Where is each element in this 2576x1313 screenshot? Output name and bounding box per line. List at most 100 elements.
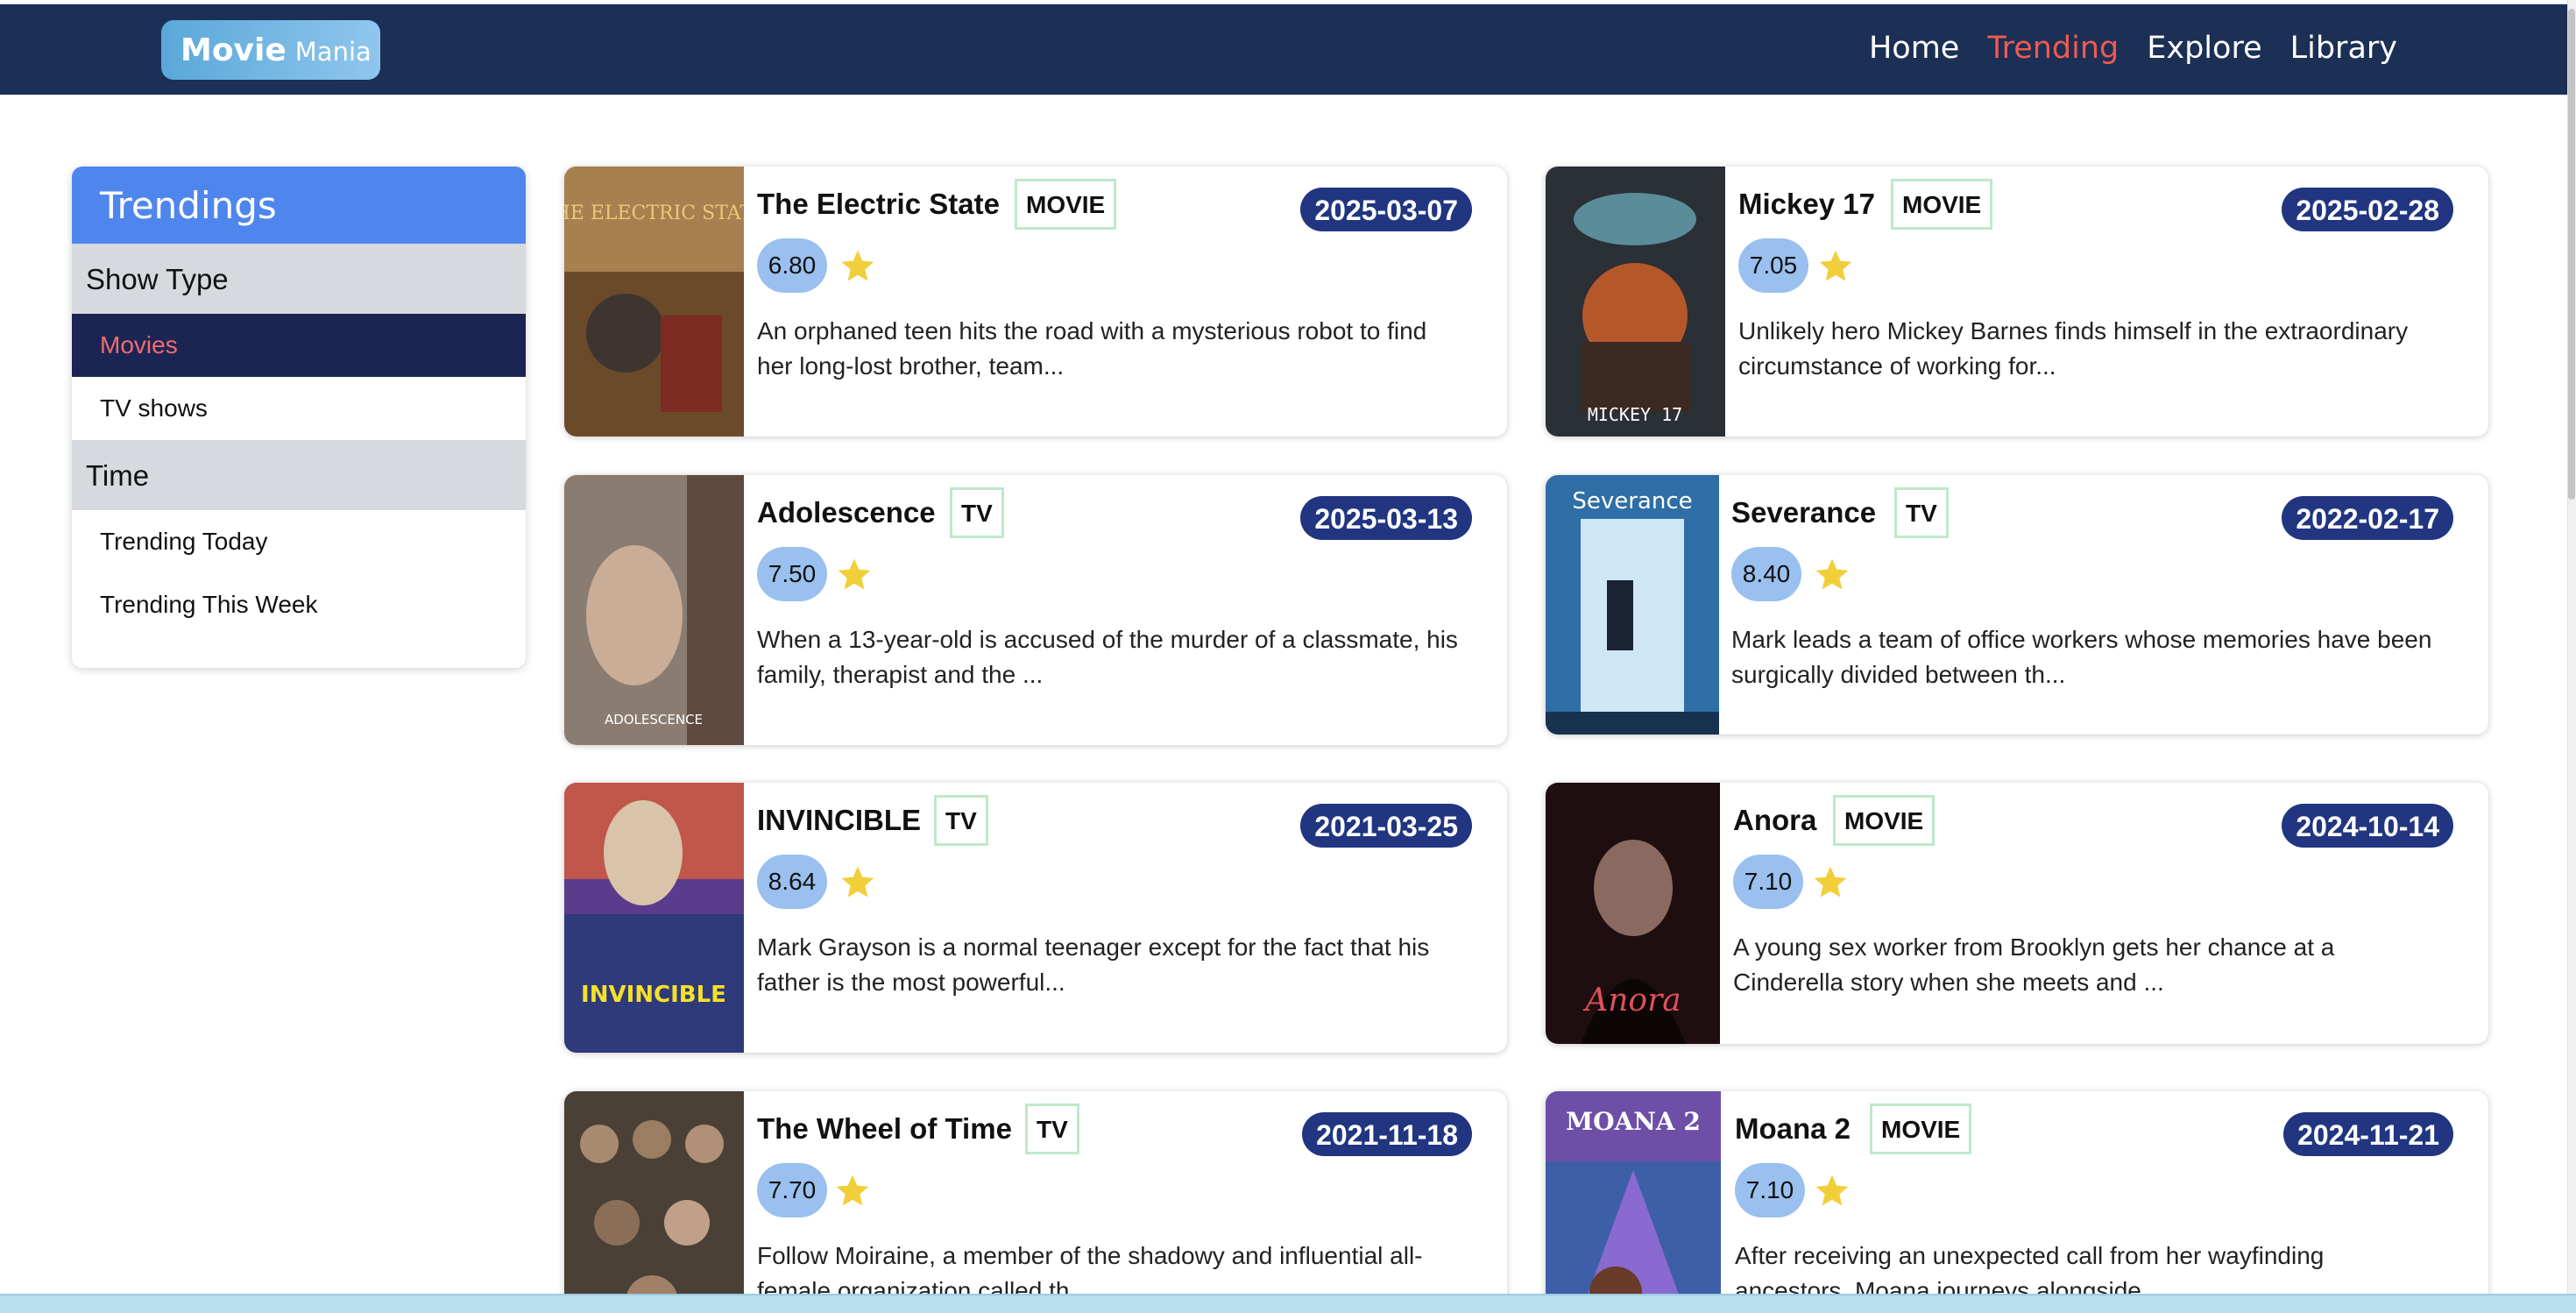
release-date-badge: 2024-11-21 [2283, 1112, 2453, 1156]
poster-title-text: Anora [1582, 983, 1681, 1018]
sidebar-title: Trendings [72, 167, 526, 244]
description-line: Follow Moiraine, a member of the shadowy… [757, 1242, 1423, 1269]
star-icon [1819, 250, 1852, 281]
poster-art: Severance [1546, 475, 1719, 735]
release-date-badge: 2025-02-28 [2282, 188, 2453, 231]
poster-art: Anora [1546, 783, 1720, 1044]
nav-explore[interactable]: Explore [2147, 31, 2261, 66]
description-line: Mark leads a team of office workers whos… [1731, 626, 2432, 653]
poster-title-text: THE ELECTRIC STATE [564, 202, 744, 224]
media-card[interactable]: MICKEY 17 Mickey 17 MOVIE 2025-02-28 7.0… [1546, 167, 2488, 436]
type-badge: MOVIE [1015, 179, 1117, 230]
poster-art: INVINCIBLE [564, 783, 744, 1053]
release-date-badge: 2021-03-25 [1300, 804, 1472, 848]
nav-library[interactable]: Library [2290, 31, 2397, 66]
poster-art: MICKEY 17 [1546, 167, 1725, 436]
card-description: A young sex worker from Brooklyn gets he… [1733, 930, 2469, 1000]
media-card[interactable]: MOANA 2 Moana 2 MOVIE 2024-11-21 7.10 Af… [1546, 1091, 2488, 1313]
poster-image[interactable]: MICKEY 17 [1546, 167, 1725, 436]
type-badge: MOVIE [1870, 1104, 1972, 1154]
media-card[interactable]: ADOLESCENCE Adolescence TV 2025-03-13 7.… [564, 475, 1507, 745]
media-card[interactable]: THE ELECTRIC STATE The Electric State MO… [564, 167, 1507, 436]
media-card[interactable]: Severance Severance TV 2022-02-17 8.40 M… [1546, 475, 2488, 735]
card-title[interactable]: Severance [1731, 496, 1876, 529]
star-icon [836, 1175, 869, 1206]
sidebar-item-tv-shows[interactable]: TV shows [72, 377, 526, 440]
star-icon [1814, 866, 1847, 898]
release-date-badge: 2025-03-13 [1300, 496, 1472, 540]
description-line: When a 13-year-old is accused of the mur… [757, 626, 1458, 653]
poster-art [564, 1091, 744, 1313]
star-icon [841, 250, 874, 281]
card-title[interactable]: Mickey 17 [1738, 188, 1875, 221]
card-title[interactable]: INVINCIBLE [757, 804, 921, 837]
poster-image[interactable]: ADOLESCENCE [564, 475, 744, 745]
poster-title-text: INVINCIBLE [581, 982, 726, 1008]
poster-image[interactable]: MOANA 2 [1546, 1091, 1721, 1313]
description-line: After receiving an unexpected call from … [1735, 1242, 2325, 1269]
card-title[interactable]: The Electric State [757, 188, 1000, 221]
star-icon [841, 866, 874, 898]
nav-trending[interactable]: Trending [1987, 31, 2119, 66]
rating-pill: 8.64 [757, 855, 827, 909]
scrollbar-thumb[interactable] [2568, 9, 2575, 500]
poster-title-text: MICKEY 17 [1588, 404, 1682, 425]
sidebar-item-trending-today[interactable]: Trending Today [72, 510, 526, 573]
top-navbar: Movie Mania Home Trending Explore Librar… [0, 4, 2572, 95]
page-scrollbar[interactable] [2567, 0, 2576, 1313]
card-description: An orphaned teen hits the road with a my… [757, 314, 1493, 384]
media-card[interactable]: INVINCIBLE INVINCIBLE TV 2021-03-25 8.64… [564, 783, 1507, 1053]
poster-image[interactable] [564, 1091, 744, 1313]
card-description: Unlikely hero Mickey Barnes finds himsel… [1738, 314, 2474, 384]
main-nav: Home Trending Explore Library [1869, 31, 2397, 66]
card-title[interactable]: Anora [1733, 804, 1816, 837]
release-date-badge: 2024-10-14 [2282, 804, 2453, 848]
release-date-badge: 2022-02-17 [2282, 496, 2453, 540]
type-badge: TV [950, 487, 1004, 538]
brand-logo[interactable]: Movie Mania [161, 20, 380, 80]
release-date-badge: 2025-03-07 [1300, 188, 1472, 231]
poster-art: MOANA 2 [1546, 1091, 1721, 1313]
rating-pill: 7.10 [1733, 855, 1803, 909]
media-card[interactable]: The Wheel of Time TV 2021-11-18 7.70 Fol… [564, 1091, 1507, 1313]
sidebar-group-show-type: Show Type [72, 244, 526, 314]
poster-image[interactable]: INVINCIBLE [564, 783, 744, 1053]
rating-pill: 6.80 [757, 238, 827, 293]
description-line: circumstance of working for... [1738, 352, 2056, 380]
poster-image[interactable]: THE ELECTRIC STATE [564, 167, 744, 436]
card-description: Mark Grayson is a normal teenager except… [757, 930, 1493, 1000]
brand-title: Movie [180, 32, 287, 68]
star-icon [1815, 558, 1849, 590]
description-line: surgically divided between th... [1731, 661, 2066, 688]
trending-sidebar: Trendings Show Type Movies TV shows Time… [72, 167, 526, 668]
rating-pill: 7.05 [1738, 238, 1808, 293]
card-description: Mark leads a team of office workers whos… [1731, 622, 2467, 692]
poster-title-text: ADOLESCENCE [605, 712, 703, 727]
poster-art: ADOLESCENCE [564, 475, 744, 745]
rating-pill: 8.40 [1731, 547, 1801, 601]
type-badge: MOVIE [1833, 795, 1936, 846]
description-line: An orphaned teen hits the road with a my… [757, 317, 1427, 344]
media-card[interactable]: Anora Anora MOVIE 2024-10-14 7.10 A youn… [1546, 783, 2488, 1044]
description-line: Mark Grayson is a normal teenager except… [757, 933, 1430, 961]
description-line: Cinderella story when she meets and ... [1733, 969, 2164, 996]
card-description: When a 13-year-old is accused of the mur… [757, 622, 1493, 692]
card-title[interactable]: The Wheel of Time [757, 1112, 1012, 1146]
rating-pill: 7.50 [757, 547, 827, 601]
star-icon [838, 558, 871, 590]
sidebar-item-movies[interactable]: Movies [72, 314, 526, 377]
type-badge: TV [934, 795, 988, 846]
card-title[interactable]: Adolescence [757, 496, 936, 529]
nav-home[interactable]: Home [1869, 31, 1959, 66]
type-badge: MOVIE [1891, 179, 1993, 230]
description-line: her long-lost brother, team... [757, 352, 1065, 380]
card-title[interactable]: Moana 2 [1735, 1112, 1851, 1146]
sidebar-group-time: Time [72, 440, 526, 510]
description-line: father is the most powerful... [757, 969, 1065, 996]
poster-image[interactable]: Anora [1546, 783, 1720, 1044]
description-line: Unlikely hero Mickey Barnes finds himsel… [1738, 317, 2409, 344]
type-badge: TV [1894, 487, 1949, 538]
poster-image[interactable]: Severance [1546, 475, 1719, 735]
sidebar-item-trending-week[interactable]: Trending This Week [72, 573, 526, 636]
brand-subtitle: Mania [294, 37, 372, 67]
